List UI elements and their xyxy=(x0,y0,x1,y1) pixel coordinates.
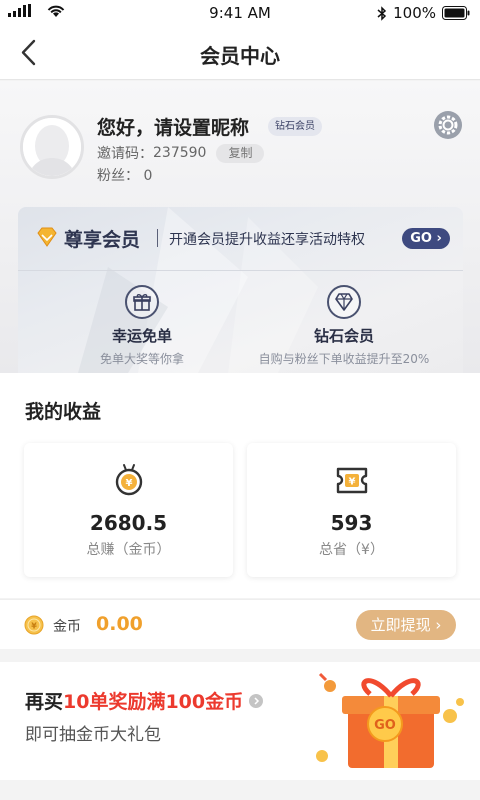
svg-text:¥: ¥ xyxy=(348,477,355,488)
settings-button[interactable] xyxy=(434,111,462,139)
perk-subtitle: 免单大奖等你拿 xyxy=(99,352,184,366)
vip-card[interactable]: 尊享会员 开通会员提升收益还享活动特权 GO › 幸运免单 免单大奖等你拿 钻石… xyxy=(18,207,463,373)
perk-title: 钻石会员 xyxy=(313,327,374,345)
promo-banner[interactable]: 再买 10单奖励满100金币 即可抽金币大礼包 GO xyxy=(0,662,480,780)
perk-lucky-free-order[interactable]: 幸运免单 免单大奖等你拿 xyxy=(72,285,212,367)
vip-title: 尊享会员 xyxy=(64,229,141,251)
chevron-right-circle-icon xyxy=(249,693,264,708)
promo-subtext: 即可抽金币大礼包 xyxy=(25,725,161,745)
earnings-card-total-earned[interactable]: ¥ 2680.5 总赚（金币） xyxy=(24,443,233,577)
fans-row: 粉丝： 0 xyxy=(97,165,152,185)
promo-highlight: 10单奖励满100金币 xyxy=(63,691,244,713)
coin-balance: 0.00 xyxy=(96,613,143,635)
battery-percent: 100% xyxy=(393,4,436,22)
earnings-value: 593 xyxy=(330,511,373,535)
perk-subtitle: 自购与粉丝下单收益提升至20% xyxy=(258,352,430,366)
chevron-right-icon: › xyxy=(436,231,442,246)
nickname-greeting[interactable]: 您好，请设置昵称 xyxy=(97,113,249,140)
default-avatar-icon xyxy=(23,118,81,176)
gift-box-icon[interactable]: GO xyxy=(300,666,470,778)
bluetooth-icon xyxy=(377,5,387,21)
invite-code-row: 邀请码： 237590 复制 xyxy=(97,143,265,163)
fans-count: 0 xyxy=(143,168,153,184)
gift-icon xyxy=(125,285,159,319)
earnings-section: 我的收益 ¥ 2680.5 总赚（金币） ¥ 593 总省（¥） xyxy=(0,373,480,598)
battery-icon xyxy=(442,6,470,20)
svg-text:¥: ¥ xyxy=(125,478,132,489)
earnings-title: 我的收益 xyxy=(25,401,102,423)
vip-diamond-icon xyxy=(37,227,57,247)
earnings-label: 总省（¥） xyxy=(319,542,384,558)
earnings-label: 总赚（金币） xyxy=(86,542,171,558)
fans-label: 粉丝： xyxy=(97,168,139,184)
earnings-value: 2680.5 xyxy=(89,511,168,535)
battery-group: 100% xyxy=(377,4,470,22)
coin-balance-row: ¥ 金币 0.00 立即提现 › xyxy=(0,599,480,649)
member-level-badge: 钻石会员 xyxy=(268,117,322,136)
invite-code-label: 邀请码： xyxy=(97,146,153,162)
withdraw-label: 立即提现 xyxy=(370,616,431,634)
earnings-card-total-saved[interactable]: ¥ 593 总省（¥） xyxy=(247,443,456,577)
vip-description: 开通会员提升收益还享活动特权 xyxy=(169,232,365,248)
coin-label: 金币 xyxy=(53,619,81,635)
perk-title: 幸运免单 xyxy=(111,327,172,345)
gear-icon xyxy=(438,115,458,135)
withdraw-button[interactable]: 立即提现 › xyxy=(356,610,456,640)
avatar[interactable] xyxy=(20,115,84,179)
coupon-icon: ¥ xyxy=(336,467,367,494)
profile-section: 您好，请设置昵称 钻石会员 邀请码： 237590 复制 粉丝： 0 尊享会员 … xyxy=(0,81,480,373)
gift-go-text: GO xyxy=(374,718,396,733)
diamond-icon xyxy=(327,285,361,319)
page-title: 会员中心 xyxy=(200,44,280,68)
perk-diamond-member[interactable]: 钻石会员 自购与粉丝下单收益提升至20% xyxy=(240,285,448,367)
vip-go-label: GO xyxy=(410,231,432,246)
promo-prefix: 再买 xyxy=(25,691,64,713)
coin-medal-icon: ¥ xyxy=(115,464,142,496)
nav-bar: 会员中心 xyxy=(0,26,480,80)
status-bar: 9:41 AM 100% xyxy=(0,0,480,26)
copy-invite-button[interactable]: 复制 xyxy=(216,143,265,163)
vip-go-button[interactable]: GO › xyxy=(402,228,450,249)
gold-coin-icon: ¥ xyxy=(24,615,44,635)
vip-header: 尊享会员 开通会员提升收益还享活动特权 GO › xyxy=(18,207,463,271)
promo-headline: 再买 10单奖励满100金币 xyxy=(25,687,264,714)
chevron-right-icon: › xyxy=(435,616,442,634)
invite-code-value: 237590 xyxy=(153,145,207,161)
vip-divider xyxy=(157,229,158,247)
svg-text:¥: ¥ xyxy=(31,622,37,631)
